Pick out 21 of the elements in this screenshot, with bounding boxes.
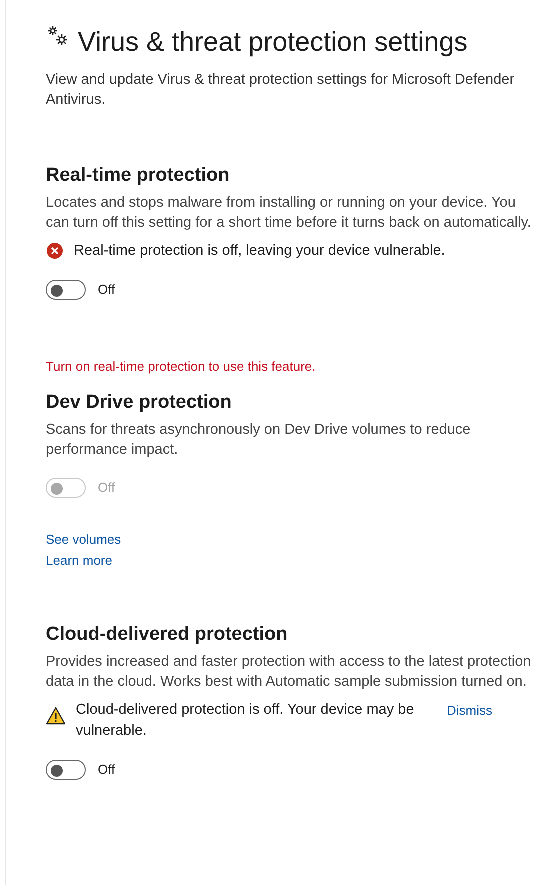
toggle-label: Off <box>98 761 116 780</box>
page-title: Virus & threat protection settings <box>78 26 468 59</box>
section-heading: Cloud-delivered protection <box>46 623 289 647</box>
link[interactable]: Learn more <box>46 551 112 570</box>
warning-text: Turn on real-time protection to use this feature. <box>46 358 317 376</box>
link[interactable]: See volumes <box>46 530 122 549</box>
warning-icon <box>46 707 66 725</box>
toggle-switch[interactable] <box>46 280 86 300</box>
toggle-label: Off <box>98 281 116 300</box>
toggle-switch[interactable] <box>46 760 86 780</box>
toggle-label: Off <box>98 479 116 498</box>
page-description: View and update Virus & threat protection settings for Microsoft Defender Antivirus. <box>46 71 516 110</box>
alert-message: Cloud-delivered protection is off. Your device may be vulnerable. <box>76 701 416 741</box>
section-description: Scans for threats asynchronously on Dev Drive volumes to reduce performance impact. <box>46 421 472 460</box>
dismiss-link[interactable]: Dismiss <box>447 700 492 721</box>
section-heading: Dev Drive protection <box>46 391 233 415</box>
error-icon <box>46 242 64 260</box>
section-heading: Real-time protection <box>46 164 231 188</box>
alert-message: Real-time protection is off, leaving your device vulnerable. <box>74 242 446 261</box>
section-description: Provides increased and faster protection with access to the latest protection data in the cloud. Works best with Automatic sample submission turned on. <box>46 653 532 692</box>
section-description: Locates and stops malware from installing or running on your device. You can turn off this setting for a short time before it turns back on automatically. <box>46 194 532 233</box>
